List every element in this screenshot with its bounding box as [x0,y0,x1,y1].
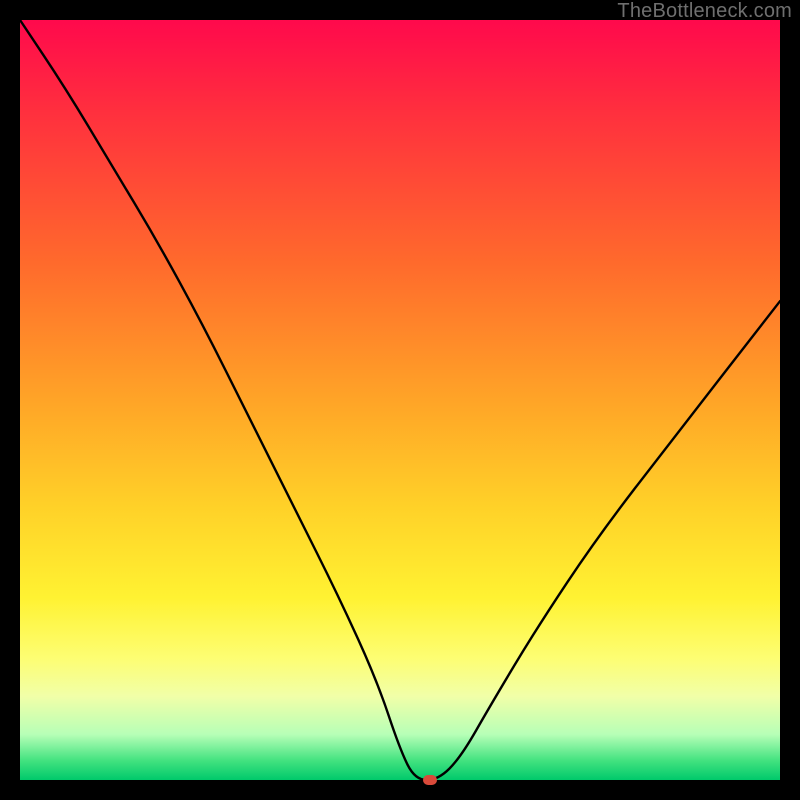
optimal-point-marker [423,775,437,785]
curve-svg [20,20,780,780]
bottleneck-curve-path [20,20,780,780]
plot-area [20,20,780,780]
chart-frame: TheBottleneck.com [0,0,800,800]
